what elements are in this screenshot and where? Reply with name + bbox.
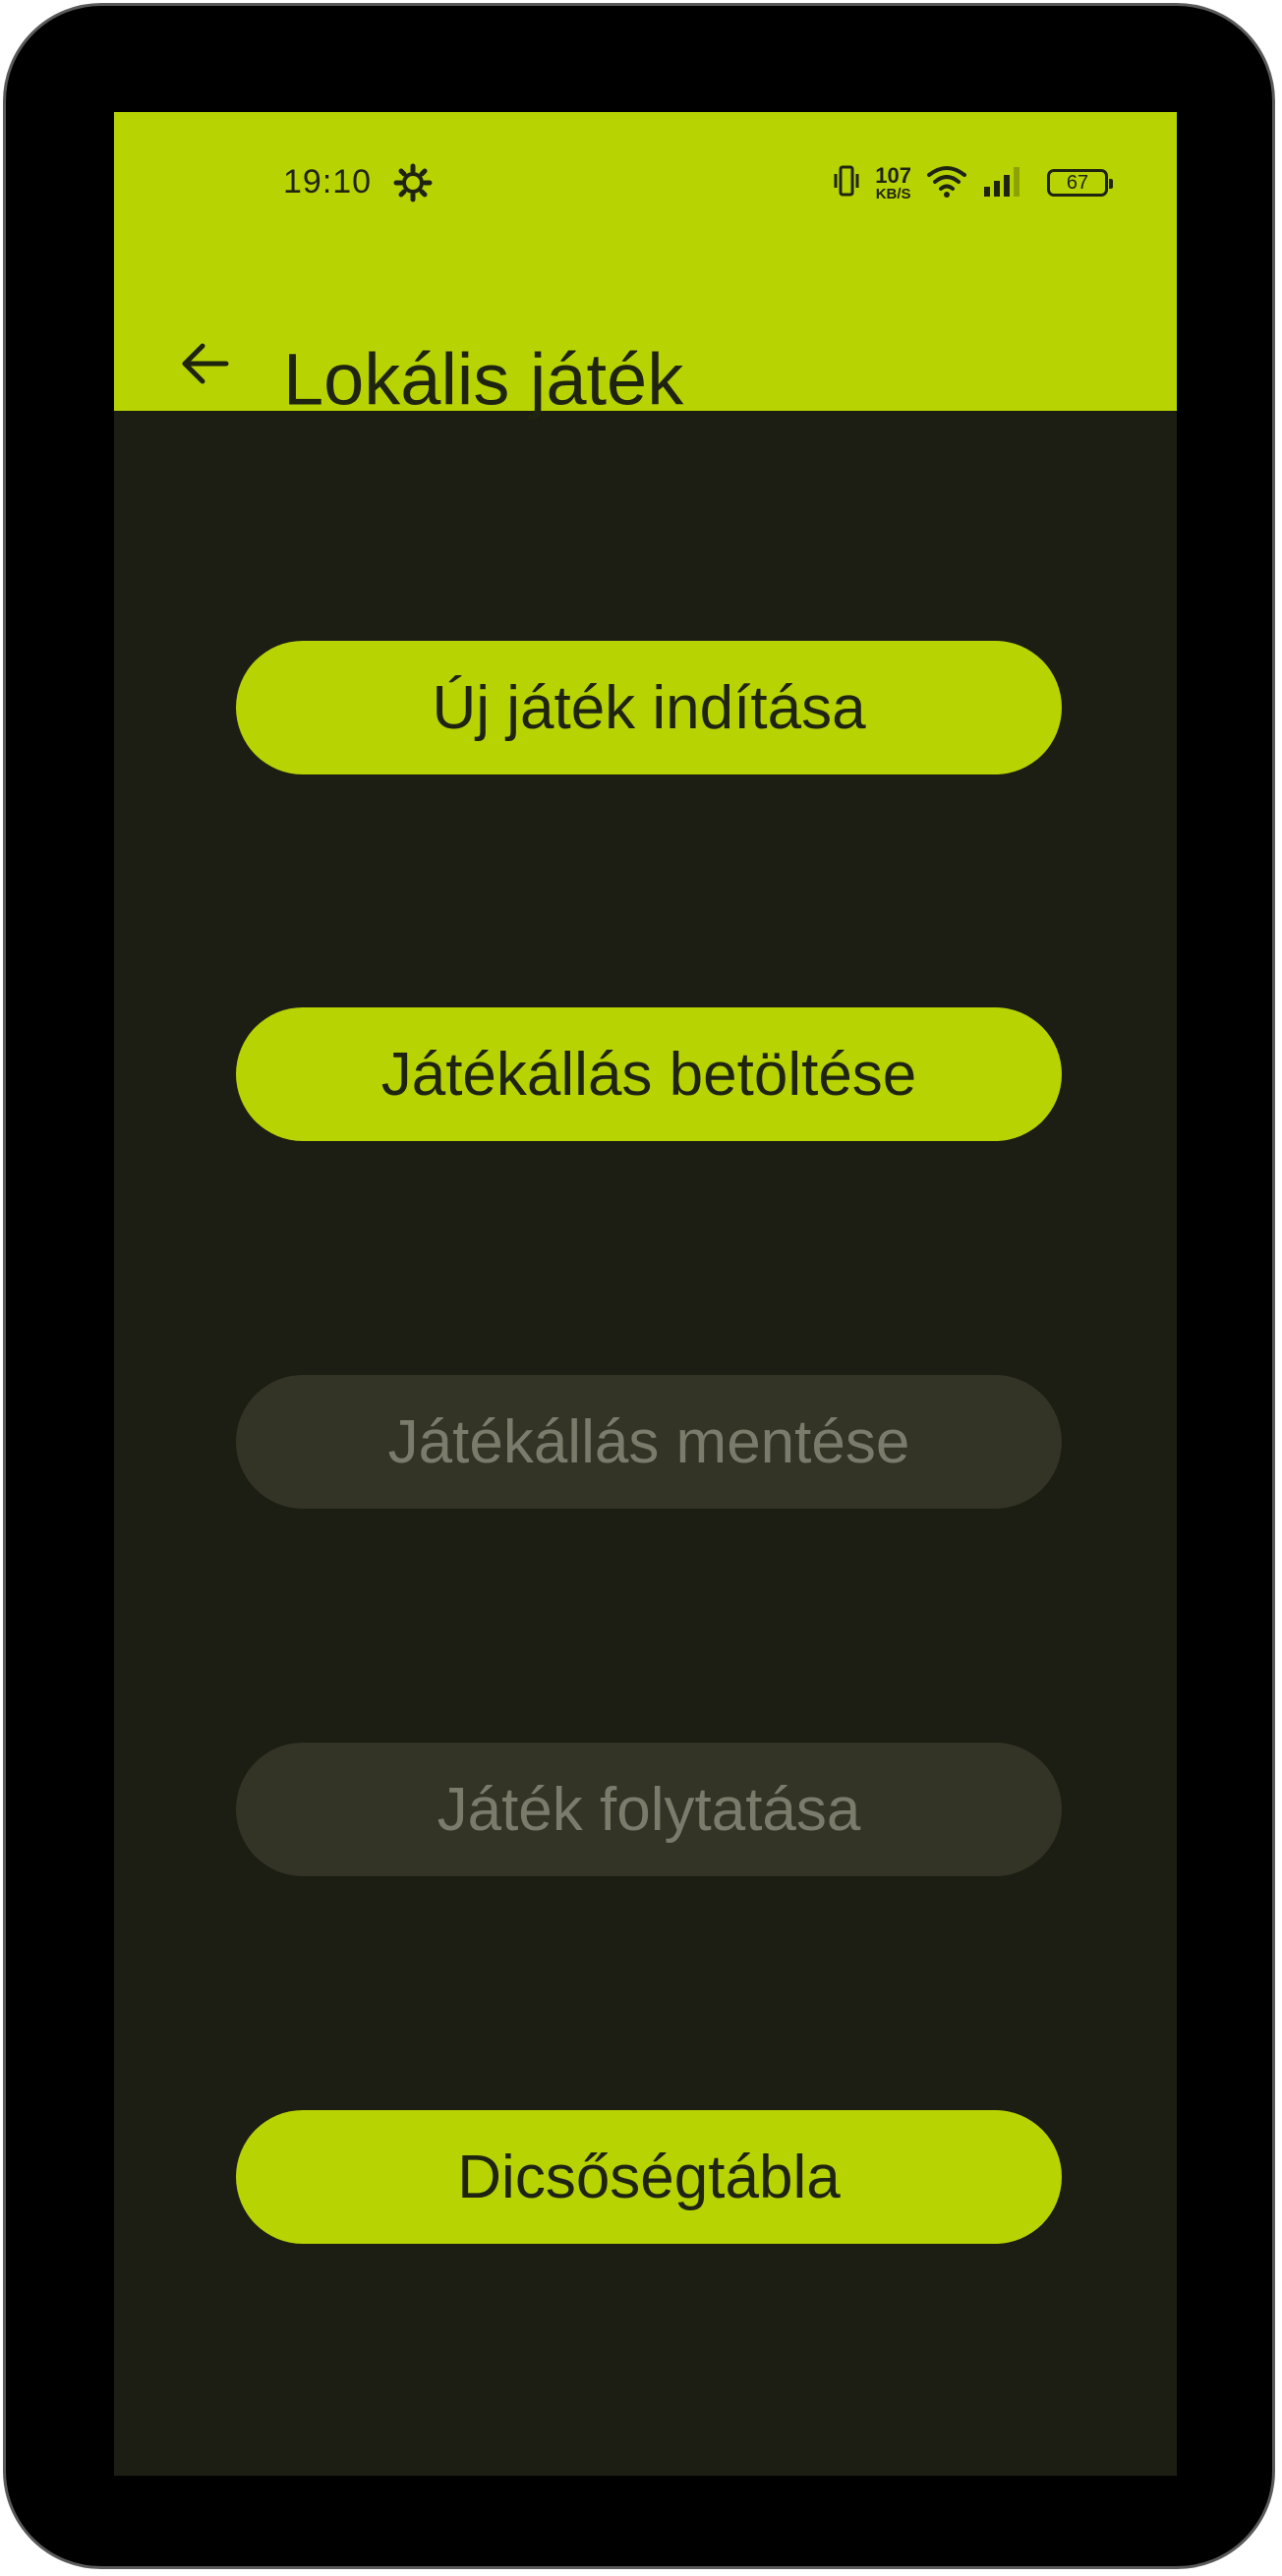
network-speed-unit: KB/S bbox=[875, 185, 911, 202]
battery-icon: 67 bbox=[1047, 169, 1113, 197]
network-speed: 107 KB/S bbox=[875, 162, 911, 202]
back-button[interactable] bbox=[163, 324, 246, 407]
leaderboard-button[interactable]: Dicsőségtábla bbox=[236, 2110, 1062, 2244]
load-game-button[interactable]: Játékállás betöltése bbox=[236, 1007, 1062, 1141]
page-title: Lokális játék bbox=[283, 338, 684, 421]
app-bar: 19:10 107 KB/S 67 Lokális játék bbox=[114, 112, 1177, 421]
continue-game-button: Játék folytatása bbox=[236, 1743, 1062, 1876]
arrow-back-icon bbox=[177, 336, 232, 396]
vibrate-icon bbox=[832, 163, 861, 203]
save-game-button: Játékállás mentése bbox=[236, 1375, 1062, 1509]
new-game-button[interactable]: Új játék indítása bbox=[236, 641, 1062, 774]
signal-icon bbox=[982, 163, 1025, 203]
phone-frame: 19:10 107 KB/S 67 Lokális játék Új játék… bbox=[3, 3, 1275, 2569]
network-speed-value: 107 bbox=[875, 162, 911, 188]
status-time: 19:10 bbox=[283, 163, 373, 200]
toolbar: Lokális játék bbox=[114, 318, 1177, 421]
wifi-icon bbox=[925, 163, 968, 203]
app-screen: 19:10 107 KB/S 67 Lokális játék Új játék… bbox=[114, 112, 1177, 2476]
settings-gear-icon bbox=[393, 163, 433, 202]
status-indicators: 107 KB/S 67 bbox=[832, 162, 1113, 203]
status-bar: 19:10 107 KB/S 67 bbox=[114, 112, 1177, 250]
